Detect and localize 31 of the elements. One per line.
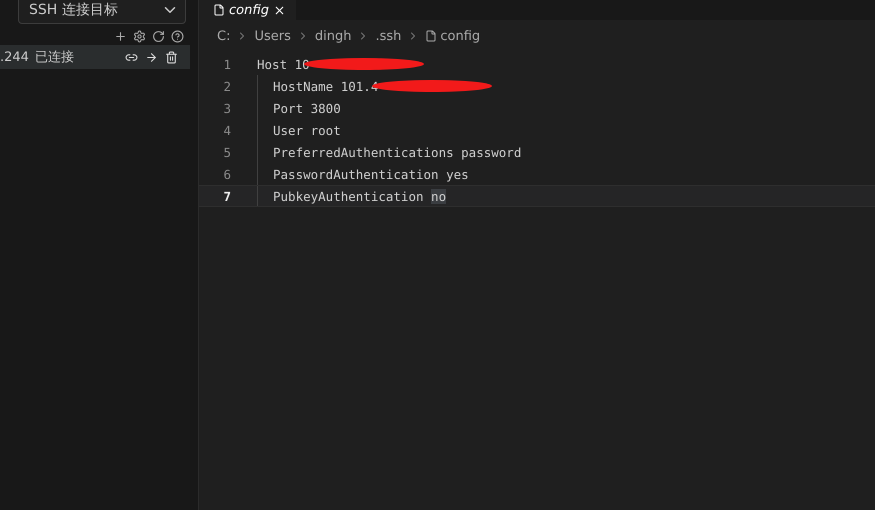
- editor-tab[interactable]: config: [199, 0, 296, 20]
- connection-status: 已连接: [34, 49, 74, 66]
- line-number: 6: [222, 166, 231, 182]
- select-value: SSH 连接目标: [29, 1, 118, 19]
- breadcrumb-item[interactable]: C:: [217, 28, 230, 44]
- breadcrumb-item[interactable]: .ssh: [375, 28, 402, 44]
- arrow-right-icon[interactable]: [145, 50, 158, 64]
- selected-text: no: [431, 188, 446, 204]
- settings-icon[interactable]: [133, 30, 146, 43]
- file-icon: [213, 4, 225, 16]
- line-number: 1: [222, 56, 231, 72]
- code-text: User root: [257, 119, 341, 141]
- line-number: 7: [222, 188, 231, 204]
- help-icon[interactable]: [171, 30, 184, 43]
- connection-row[interactable]: .244 已连接: [0, 45, 190, 69]
- code-text: Port 3800: [257, 97, 341, 119]
- add-icon[interactable]: [114, 30, 127, 43]
- file-icon: [425, 30, 438, 42]
- line-number: 5: [222, 144, 231, 160]
- trash-icon[interactable]: [165, 50, 178, 64]
- breadcrumb-item[interactable]: dingh: [314, 28, 352, 44]
- breadcrumb-item[interactable]: config: [425, 28, 480, 44]
- connection-name: .244: [0, 50, 29, 64]
- line-number: 2: [222, 78, 231, 94]
- close-icon[interactable]: [273, 4, 286, 16]
- line-number: 4: [222, 122, 231, 138]
- target-select[interactable]: SSH 连接目标: [18, 0, 186, 24]
- refresh-icon[interactable]: [152, 30, 165, 43]
- line-number: 3: [222, 100, 231, 116]
- breadcrumb-item[interactable]: Users: [254, 28, 291, 44]
- code-text: PreferredAuthentications password: [257, 141, 522, 163]
